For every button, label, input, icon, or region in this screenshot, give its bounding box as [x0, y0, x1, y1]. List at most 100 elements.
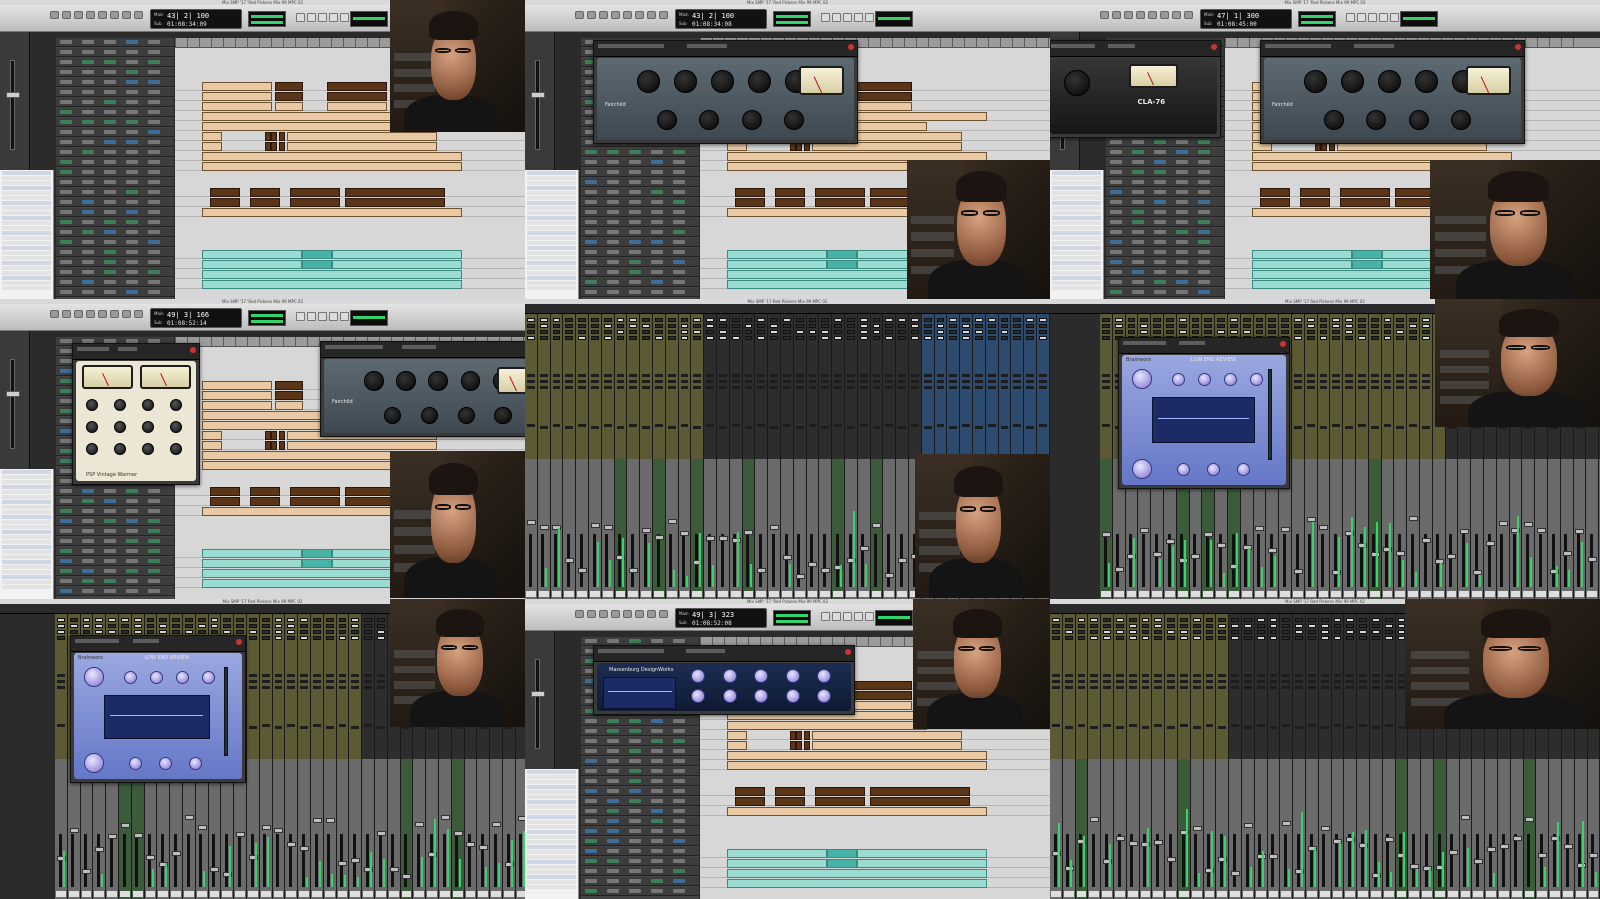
channel-name[interactable]: [1089, 891, 1100, 897]
fader-track[interactable]: [1218, 533, 1222, 587]
channel-fader[interactable]: [603, 525, 613, 530]
send-slot[interactable]: [1294, 380, 1302, 383]
track-control[interactable]: [651, 749, 663, 753]
master-fader-cap[interactable]: [531, 691, 545, 697]
track-header[interactable]: [1106, 258, 1224, 267]
forward-icon[interactable]: [832, 612, 841, 621]
track-control[interactable]: [673, 879, 685, 883]
channel-name[interactable]: [1126, 591, 1137, 597]
send-slot[interactable]: [821, 386, 830, 389]
insert-slot[interactable]: [552, 324, 561, 328]
insert-slot[interactable]: [616, 336, 625, 340]
insert-slot[interactable]: [1166, 330, 1174, 334]
send-slot[interactable]: [1269, 686, 1278, 689]
insert-slot[interactable]: [1231, 630, 1239, 634]
insert-slot[interactable]: [1383, 336, 1392, 340]
tracks-list-item[interactable]: [2, 191, 51, 195]
track-control[interactable]: [104, 280, 116, 284]
audio-clip[interactable]: [202, 208, 462, 217]
insert-slot[interactable]: [172, 630, 180, 634]
insert-slot[interactable]: [1294, 318, 1302, 322]
channel-name[interactable]: [705, 591, 715, 597]
track-control[interactable]: [585, 759, 597, 763]
insert-slot[interactable]: [1140, 330, 1149, 334]
send-slot[interactable]: [1064, 680, 1073, 683]
send-slot[interactable]: [667, 386, 676, 389]
plugin-knob[interactable]: [202, 671, 215, 684]
audio-clip[interactable]: [271, 142, 277, 151]
plugin-knob[interactable]: [1132, 369, 1152, 389]
track-control[interactable]: [607, 290, 619, 294]
insert-slot[interactable]: [1370, 336, 1379, 340]
track-control[interactable]: [1154, 220, 1166, 224]
channel-name[interactable]: [440, 891, 450, 897]
plugin-knob[interactable]: [1224, 373, 1237, 386]
insert-slot[interactable]: [1319, 330, 1328, 334]
track-header[interactable]: [1106, 248, 1224, 257]
send-slot[interactable]: [1192, 674, 1201, 677]
insert-slot[interactable]: [338, 630, 347, 634]
track-control[interactable]: [651, 759, 663, 763]
send-slot[interactable]: [1244, 680, 1252, 683]
send-slot[interactable]: [1154, 680, 1163, 683]
send-slot[interactable]: [57, 674, 65, 677]
send-slot[interactable]: [377, 680, 385, 683]
audio-clip[interactable]: [287, 441, 437, 450]
insert-slot[interactable]: [172, 624, 180, 628]
track-control[interactable]: [60, 379, 72, 383]
fader-track[interactable]: [579, 533, 583, 587]
track-control[interactable]: [148, 290, 160, 294]
send-slot[interactable]: [1295, 674, 1303, 677]
channel-fader[interactable]: [1512, 836, 1522, 841]
insert-slot[interactable]: [1090, 624, 1099, 628]
channel-name[interactable]: [1267, 591, 1278, 597]
insert-slot[interactable]: [185, 618, 193, 622]
plugin-knob[interactable]: [1341, 70, 1364, 93]
insert-slot[interactable]: [872, 336, 881, 340]
fader-track[interactable]: [237, 833, 241, 887]
channel-name[interactable]: [222, 891, 233, 897]
io-selector[interactable]: [859, 424, 868, 427]
insert-slot[interactable]: [1358, 336, 1366, 340]
send-slot[interactable]: [808, 374, 817, 377]
send-slot[interactable]: [808, 386, 817, 389]
track-control[interactable]: [1176, 220, 1188, 224]
send-slot[interactable]: [1333, 680, 1342, 683]
track-control[interactable]: [1132, 260, 1144, 264]
io-selector[interactable]: [274, 726, 283, 729]
track-control[interactable]: [104, 40, 116, 44]
track-control[interactable]: [82, 160, 94, 164]
insert-slot[interactable]: [1191, 324, 1200, 328]
forward-icon[interactable]: [1357, 13, 1366, 22]
insert-slot[interactable]: [770, 330, 778, 334]
audio-clip[interactable]: [815, 787, 865, 796]
track-control[interactable]: [629, 290, 641, 294]
track-control[interactable]: [629, 739, 641, 743]
track-control[interactable]: [104, 160, 116, 164]
io-selector[interactable]: [680, 424, 689, 427]
insert-slot[interactable]: [655, 318, 663, 322]
track-control[interactable]: [607, 789, 619, 793]
insert-slot[interactable]: [680, 324, 689, 328]
track-control[interactable]: [104, 499, 116, 503]
track-control[interactable]: [82, 210, 94, 214]
fader-track[interactable]: [1194, 833, 1198, 887]
io-selector[interactable]: [1372, 726, 1380, 729]
insert-slot[interactable]: [744, 330, 753, 334]
track-header[interactable]: [1106, 138, 1224, 147]
insert-slot[interactable]: [987, 330, 996, 334]
io-selector[interactable]: [249, 726, 257, 729]
track-control[interactable]: [104, 170, 116, 174]
insert-slot[interactable]: [693, 324, 702, 328]
track-control[interactable]: [1132, 210, 1144, 214]
track-control[interactable]: [148, 509, 160, 513]
channel-name[interactable]: [782, 591, 792, 597]
track-control[interactable]: [673, 250, 685, 254]
track-control[interactable]: [148, 589, 160, 593]
insert-slot[interactable]: [1141, 636, 1150, 640]
fader-track[interactable]: [1565, 833, 1569, 887]
send-slot[interactable]: [629, 374, 638, 377]
track-control[interactable]: [60, 349, 72, 353]
track-control[interactable]: [60, 180, 72, 184]
track-control[interactable]: [126, 579, 138, 583]
